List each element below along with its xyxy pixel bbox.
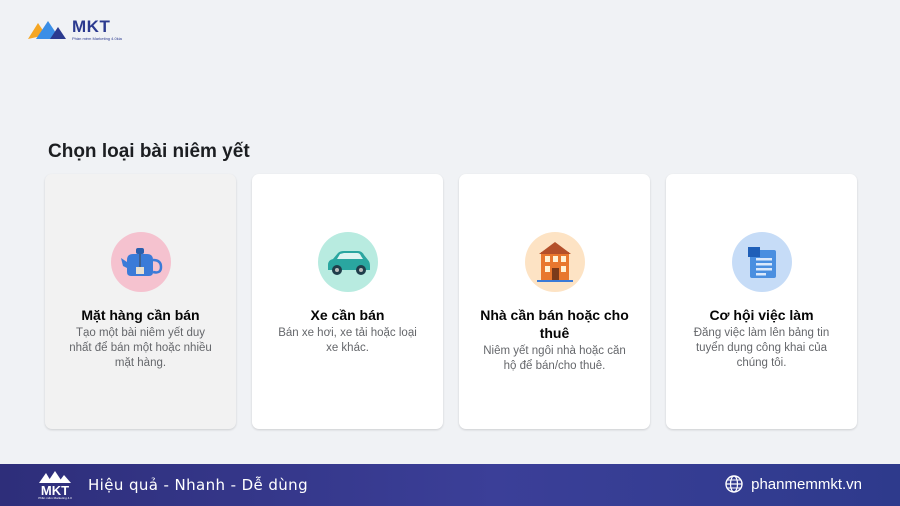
logo-tagline: Phần mềm Marketing 4.0kia [72, 36, 122, 41]
card-title: Xe cần bán [310, 307, 385, 323]
card-title: Cơ hội việc làm [709, 307, 814, 323]
mkt-logo: MKT Phần mềm Marketing 4.0kia [26, 18, 122, 41]
house-icon [524, 232, 585, 292]
footer-banner: MKT Phần mềm Marketing 4.0 Hiệu quả - Nh… [0, 464, 900, 506]
card-description: Bán xe hơi, xe tải hoặc loại xe khác. [278, 327, 417, 354]
logo-brand: MKT [72, 17, 111, 36]
listing-type-item-for-sale[interactable]: Mặt hàng cần bán Tạo một bài niêm yết du… [45, 174, 236, 429]
job-board-icon [731, 232, 792, 292]
listing-type-vehicle[interactable]: Xe cần bán Bán xe hơi, xe tải hoặc loại … [252, 174, 443, 429]
listing-type-property[interactable]: Nhà cần bán hoặc cho thuê Niêm yết ngôi … [459, 174, 650, 429]
page-title: Chọn loại bài niêm yết [48, 141, 250, 162]
mkt-logo-icon [39, 471, 71, 483]
mkt-logo-icon [28, 20, 66, 39]
listing-type-list: Mặt hàng cần bán Tạo một bài niêm yết du… [45, 174, 857, 429]
listing-type-job[interactable]: Cơ hội việc làm Đăng việc làm lên bảng t… [666, 174, 857, 429]
card-title: Nhà cần bán hoặc cho thuê [480, 307, 629, 341]
card-title: Mặt hàng cần bán [81, 307, 200, 323]
teapot-icon [110, 232, 171, 292]
footer-website: phanmemmkt.vn [751, 475, 862, 493]
card-description: Tạo một bài niêm yết duy nhất để bán một… [69, 327, 212, 369]
footer-website-link[interactable]: phanmemmkt.vn [725, 475, 862, 493]
card-description: Đăng việc làm lên bảng tin tuyển dụng cô… [693, 327, 830, 369]
footer-slogan: Hiệu quả - Nhanh - Dễ dùng [88, 476, 309, 494]
car-icon [317, 232, 378, 292]
card-description: Niêm yết ngôi nhà hoặc căn hộ để bán/cho… [483, 345, 626, 372]
globe-icon [725, 475, 743, 493]
footer-logo: MKT Phần mềm Marketing 4.0 [38, 470, 72, 500]
footer-tagline: Phần mềm Marketing 4.0 [38, 496, 72, 500]
